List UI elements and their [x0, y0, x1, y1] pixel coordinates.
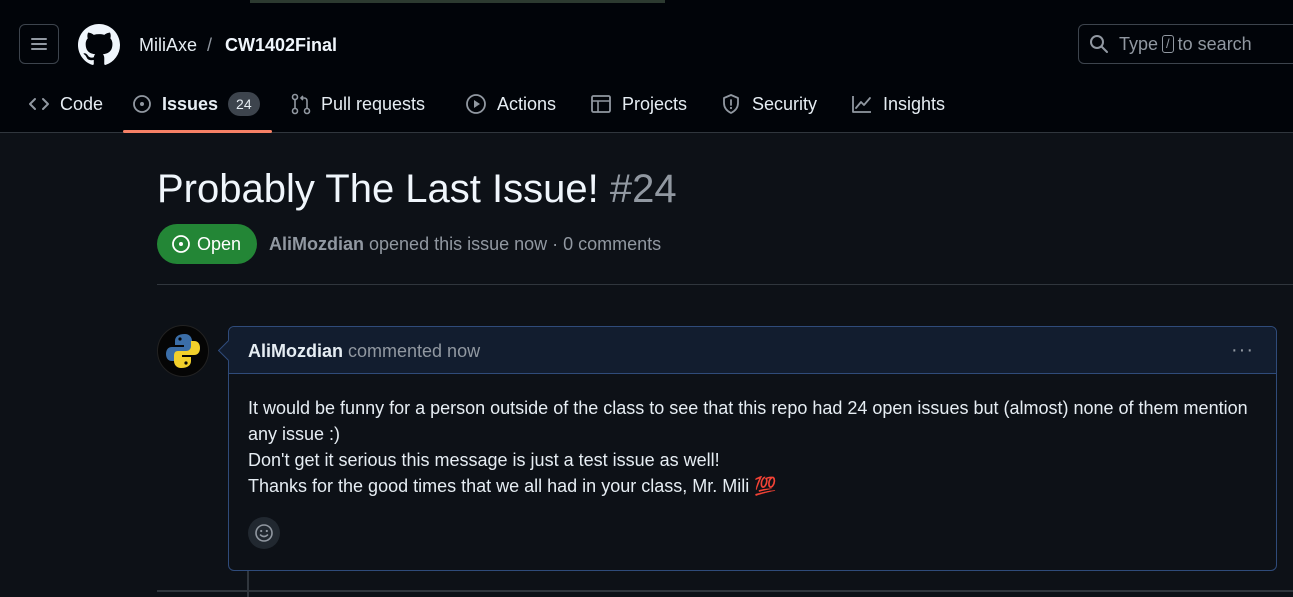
tab-issues[interactable]: Issues 24	[132, 84, 260, 124]
tab-label: Pull requests	[321, 93, 426, 114]
issue-opened-icon	[172, 235, 190, 253]
issue-title-text: Probably The Last Issue!	[157, 167, 599, 211]
search-placeholder-prefix: Type	[1119, 33, 1159, 54]
comment-paragraph: Don't get it serious this message is jus…	[248, 450, 720, 470]
shield-icon	[723, 94, 739, 114]
hamburger-icon	[31, 38, 47, 50]
graph-icon	[852, 96, 871, 113]
avatar[interactable]	[157, 325, 209, 377]
issue-comment: AliMozdian commented now ··· It would be…	[217, 326, 1277, 571]
issue-opened-icon	[133, 95, 151, 113]
tab-actions[interactable]: Actions	[465, 84, 556, 124]
code-icon	[29, 98, 49, 110]
issue-meta: AliMozdian opened this issue now · 0 com…	[269, 233, 661, 255]
table-icon	[591, 95, 611, 113]
comment-paragraph: It would be funny for a person outside o…	[248, 398, 1248, 444]
tab-label: Issues	[162, 93, 219, 114]
menu-button[interactable]	[19, 24, 59, 64]
repo-name-link[interactable]: CW1402Final	[225, 34, 337, 56]
repo-header: MiliAxe / CW1402Final Type / to search C…	[0, 0, 1293, 133]
tab-label: Insights	[883, 93, 946, 114]
comment-body: It would be funny for a person outside o…	[248, 395, 1248, 499]
comment-meta: AliMozdian commented now	[248, 340, 480, 362]
smiley-icon	[255, 524, 273, 542]
repo-owner-link[interactable]: MiliAxe	[139, 34, 197, 56]
tab-pull-requests[interactable]: Pull requests	[291, 84, 425, 124]
comment-timestamp[interactable]: commented now	[348, 341, 480, 361]
active-tab-indicator	[123, 130, 272, 133]
tab-insights[interactable]: Insights	[851, 84, 945, 124]
tab-projects[interactable]: Projects	[590, 84, 687, 124]
kebab-horizontal-icon[interactable]: ···	[1231, 340, 1254, 360]
header-divider	[157, 284, 1293, 285]
tab-label: Security	[752, 93, 818, 114]
issue-number: #24	[609, 167, 677, 211]
timeline-line	[247, 571, 249, 597]
tab-security[interactable]: Security	[720, 84, 817, 124]
loading-bar	[250, 0, 665, 3]
issue-author-link[interactable]: AliMozdian	[269, 234, 364, 254]
python-logo-icon	[166, 334, 200, 368]
issue-title: Probably The Last Issue! #24	[157, 164, 677, 214]
search-placeholder-suffix: to search	[1177, 33, 1252, 54]
timeline-divider	[157, 590, 1293, 592]
tab-label: Actions	[497, 93, 557, 114]
git-pull-request-icon	[291, 93, 311, 115]
search-input[interactable]: Type / to search	[1078, 24, 1293, 64]
search-icon	[1089, 34, 1109, 54]
comment-paragraph: Thanks for the good times that we all ha…	[248, 476, 777, 496]
tab-label: Code	[60, 93, 104, 114]
issues-count-badge: 24	[228, 92, 260, 116]
tab-label: Projects	[622, 93, 688, 114]
issue-state-label: Open	[197, 233, 242, 254]
comment-author-link[interactable]: AliMozdian	[248, 341, 343, 361]
breadcrumb-separator: /	[207, 35, 213, 55]
github-logo-icon[interactable]	[78, 24, 120, 66]
comment-header: AliMozdian commented now ···	[229, 327, 1276, 374]
search-shortcut-key: /	[1162, 35, 1174, 53]
issue-meta-text: opened this issue now · 0 comments	[369, 234, 662, 254]
tab-code[interactable]: Code	[28, 84, 103, 124]
play-icon	[466, 94, 486, 114]
add-reaction-button[interactable]	[248, 517, 280, 549]
issue-state-badge: Open	[157, 224, 258, 264]
